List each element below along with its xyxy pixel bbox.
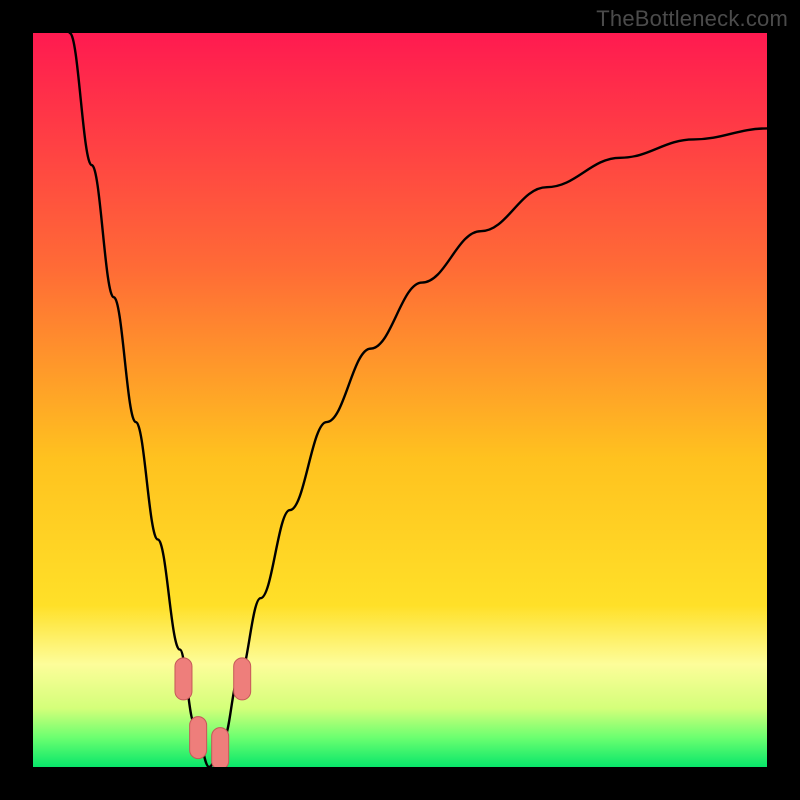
marker-pill bbox=[234, 658, 251, 700]
chart-frame: TheBottleneck.com bbox=[0, 0, 800, 800]
gradient-background bbox=[33, 33, 767, 767]
plot-svg bbox=[33, 33, 767, 767]
watermark-text: TheBottleneck.com bbox=[596, 6, 788, 32]
marker-pill bbox=[175, 658, 192, 700]
plot-area bbox=[33, 33, 767, 767]
marker-pill bbox=[212, 728, 229, 767]
marker-pill bbox=[190, 717, 207, 759]
